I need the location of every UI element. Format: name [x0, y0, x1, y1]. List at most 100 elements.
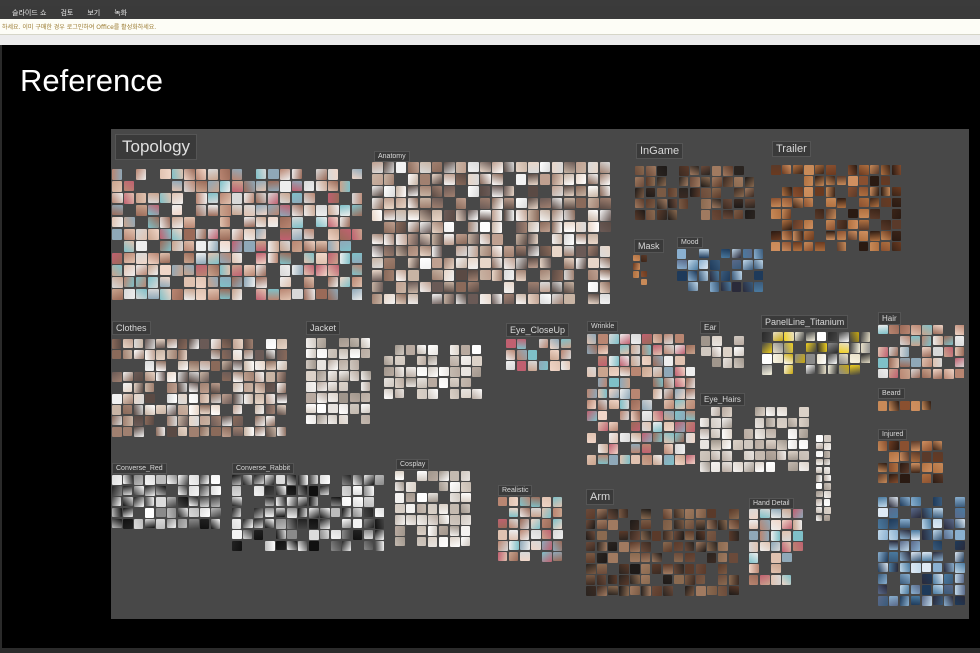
reference-thumbnail [509, 497, 518, 506]
reference-thumbnail [428, 504, 437, 514]
reference-thumbnail [372, 210, 382, 221]
reference-thumbnail [878, 574, 887, 584]
reference-thumbnail [955, 574, 964, 583]
reference-thumbnail [653, 433, 662, 442]
reference-thumbnail [653, 455, 662, 465]
reference-thumbnail [664, 367, 673, 377]
reference-thumbnail [608, 520, 618, 530]
reference-thumbnail [859, 176, 868, 185]
reference-thumbnail [287, 519, 297, 529]
reference-thumbnail [408, 162, 419, 173]
reference-thumbnail [232, 265, 242, 276]
reference-thumbnail [331, 541, 341, 551]
reference-thumbnail [564, 222, 575, 232]
reference-thumbnail [244, 350, 253, 359]
reference-thumbnail [824, 483, 831, 490]
reference-thumbnail [641, 255, 647, 262]
reference-thumbnail [542, 530, 551, 539]
reference-thumbnail [630, 553, 640, 562]
reference-thumbnail [816, 475, 822, 482]
reference-thumbnail [911, 596, 920, 605]
reference-thumbnail [550, 339, 559, 349]
reference-thumbnail [848, 176, 858, 186]
menu-item-record[interactable]: 녹화 [114, 8, 127, 18]
reference-thumbnail [795, 332, 804, 341]
menu-item-slideshow[interactable]: 슬라이드 쇼 [12, 8, 46, 18]
reference-thumbnail [504, 162, 514, 172]
slide-canvas: Reference Topology Anatomy InGame Traile… [0, 45, 980, 653]
reference-thumbnail [664, 422, 674, 431]
reference-thumbnail [826, 220, 835, 230]
reference-thumbnail [340, 217, 350, 227]
reference-thumbnail [587, 367, 596, 377]
reference-thumbnail [771, 509, 781, 518]
reference-thumbnail [112, 253, 122, 264]
reference-thumbnail [668, 188, 677, 197]
reference-thumbnail [850, 365, 860, 375]
reference-thumbnail [540, 258, 551, 268]
reference-thumbnail [576, 174, 586, 184]
reference-thumbnail [663, 586, 673, 596]
reference-thumbnail [542, 552, 552, 562]
reference-thumbnail [123, 519, 133, 529]
menu-item-view[interactable]: 보기 [87, 8, 100, 18]
reference-thumbnail [417, 504, 426, 513]
reference-thumbnail [816, 467, 822, 473]
reference-thumbnail [722, 418, 732, 428]
reference-thumbnail [933, 441, 942, 450]
reference-thumbnail [900, 596, 909, 606]
reference-thumbnail [472, 389, 482, 399]
reference-thumbnail [600, 186, 610, 196]
reference-thumbnail [200, 497, 209, 507]
reference-thumbnail [620, 367, 630, 376]
reference-thumbnail [675, 433, 684, 442]
reference-thumbnail [167, 394, 177, 403]
reference-thumbnail [384, 174, 394, 185]
reference-thumbnail [586, 542, 595, 551]
reference-thumbnail [664, 455, 674, 465]
reference-thumbnail [744, 462, 754, 472]
reference-thumbnail [922, 563, 931, 572]
reference-thumbnail [690, 188, 700, 197]
reference-thumbnail [342, 486, 351, 496]
reference-thumbnail [782, 209, 791, 219]
reference-thumbnail [450, 389, 459, 399]
reference-thumbnail [189, 405, 199, 415]
reference-thumbnail [749, 575, 758, 585]
reference-thumbnail [701, 347, 711, 356]
menu-item-review[interactable]: 검토 [60, 8, 73, 18]
reference-thumbnail [911, 508, 921, 518]
reference-thumbnail [755, 440, 764, 449]
reference-thumbnail [635, 188, 644, 198]
reference-thumbnail [112, 427, 122, 437]
reference-thumbnail [516, 270, 526, 281]
reference-thumbnail [268, 289, 279, 300]
reference-thumbnail [552, 174, 563, 185]
reference-thumbnail [339, 404, 348, 414]
reference-thumbnail [722, 440, 731, 449]
reference-thumbnail [233, 427, 243, 436]
converse-rabbit-image-grid [232, 475, 384, 551]
reference-thumbnail [824, 459, 830, 465]
reference-thumbnail [900, 463, 909, 473]
reference-thumbnail [432, 198, 443, 208]
reference-thumbnail [461, 378, 471, 387]
reference-thumbnail [316, 169, 327, 180]
reference-thumbnail [266, 383, 275, 392]
reference-thumbnail [679, 199, 688, 209]
reference-thumbnail [189, 372, 199, 382]
reference-thumbnail [598, 400, 607, 410]
reference-thumbnail [652, 553, 662, 562]
reference-thumbnail [461, 515, 471, 525]
reference-thumbnail [701, 336, 710, 346]
reference-thumbnail [668, 199, 677, 208]
reference-thumbnail [353, 475, 362, 485]
reference-thumbnail [309, 519, 318, 529]
reference-thumbnail [328, 289, 338, 300]
reference-thumbnail [417, 356, 426, 365]
reference-thumbnail [277, 372, 286, 382]
reference-thumbnail [468, 186, 479, 197]
reference-thumbnail [635, 166, 644, 175]
reference-thumbnail [517, 339, 526, 349]
reference-thumbnail [328, 277, 338, 287]
